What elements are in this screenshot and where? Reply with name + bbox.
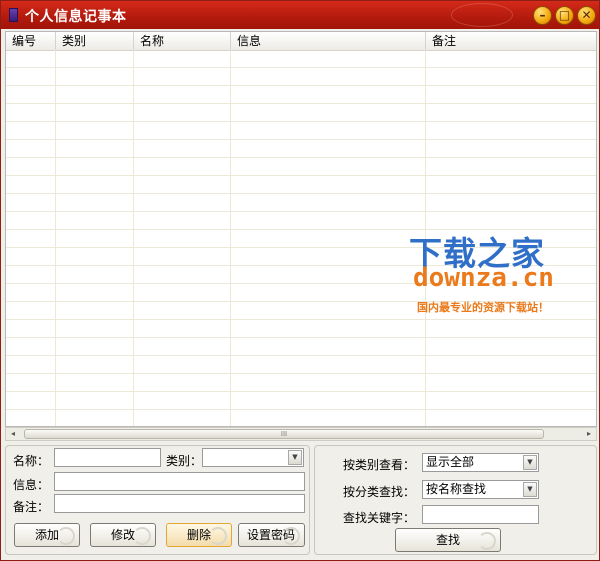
close-icon[interactable]: ✕	[577, 6, 596, 25]
button-ornament	[57, 527, 75, 545]
button-ornament	[478, 532, 496, 550]
view-by-category-value: 显示全部	[426, 455, 475, 469]
search-by-field-select[interactable]: 按名称查找 ▼	[422, 480, 539, 499]
keyword-input[interactable]	[422, 505, 539, 524]
search-panel: 按类别查看： 显示全部 ▼ 按分类查找： 按名称查找 ▼ 查找关键字： 查找	[314, 445, 597, 555]
scroll-left-icon[interactable]: ◂	[6, 428, 20, 440]
name-label: 名称：	[13, 454, 50, 468]
note-input[interactable]	[54, 494, 305, 513]
keyword-label: 查找关键字：	[343, 511, 416, 525]
dropdown-arrow-icon[interactable]: ▼	[288, 450, 302, 465]
column-header-category[interactable]: 类别	[56, 32, 134, 50]
app-window: 个人信息记事本 – □ ✕ 编号 类别 名称 信息 备注 下载之家 downza…	[0, 0, 600, 561]
minimize-icon[interactable]: –	[533, 6, 552, 25]
note-label: 备注：	[13, 500, 50, 514]
add-button[interactable]: 添加	[14, 523, 80, 547]
title-bar[interactable]: 个人信息记事本 – □ ✕	[1, 1, 599, 29]
button-ornament	[282, 527, 300, 545]
column-divider	[55, 50, 56, 426]
column-divider	[133, 50, 134, 426]
column-header-name[interactable]: 名称	[134, 32, 231, 50]
edit-button-label: 修改	[111, 528, 136, 542]
column-divider	[230, 50, 231, 426]
column-header-id[interactable]: 编号	[6, 32, 56, 50]
button-ornament	[133, 527, 151, 545]
watermark-domain: downza.cn	[413, 263, 554, 293]
scroll-right-icon[interactable]: ▸	[582, 428, 596, 440]
info-label: 信息：	[13, 478, 50, 492]
maximize-icon[interactable]: □	[555, 6, 574, 25]
search-button[interactable]: 查找	[395, 528, 501, 552]
search-button-label: 查找	[435, 533, 460, 547]
button-ornament	[209, 527, 227, 545]
dropdown-arrow-icon[interactable]: ▼	[523, 482, 537, 497]
category-select[interactable]: ▼	[202, 448, 304, 467]
delete-button[interactable]: 删除	[166, 523, 232, 547]
name-input[interactable]	[54, 448, 161, 467]
column-header-info[interactable]: 信息	[231, 32, 426, 50]
app-icon	[9, 8, 18, 22]
titlebar-decoration	[451, 3, 513, 27]
set-password-button[interactable]: 设置密码	[238, 523, 305, 547]
window-title: 个人信息记事本	[25, 9, 127, 25]
search-by-field-label: 按分类查找：	[343, 485, 416, 499]
info-input[interactable]	[54, 472, 305, 491]
delete-button-label: 删除	[187, 528, 212, 542]
dropdown-arrow-icon[interactable]: ▼	[523, 455, 537, 470]
column-header-note[interactable]: 备注	[426, 32, 596, 50]
edit-panel: 名称： 类别： ▼ 信息： 备注： 添加 修改 删除 设置密码	[5, 445, 310, 555]
view-by-category-label: 按类别查看：	[343, 458, 416, 472]
add-button-label: 添加	[35, 528, 60, 542]
scrollbar-thumb[interactable]: III	[24, 429, 544, 439]
edit-button[interactable]: 修改	[90, 523, 156, 547]
category-label: 类别：	[166, 454, 203, 468]
view-by-category-select[interactable]: 显示全部 ▼	[422, 453, 539, 472]
list-header: 编号 类别 名称 信息 备注	[6, 32, 596, 51]
horizontal-scrollbar[interactable]: ◂ III ▸	[5, 427, 597, 441]
watermark-slogan: 国内最专业的资源下载站！	[417, 301, 549, 314]
search-by-field-value: 按名称查找	[426, 482, 487, 496]
